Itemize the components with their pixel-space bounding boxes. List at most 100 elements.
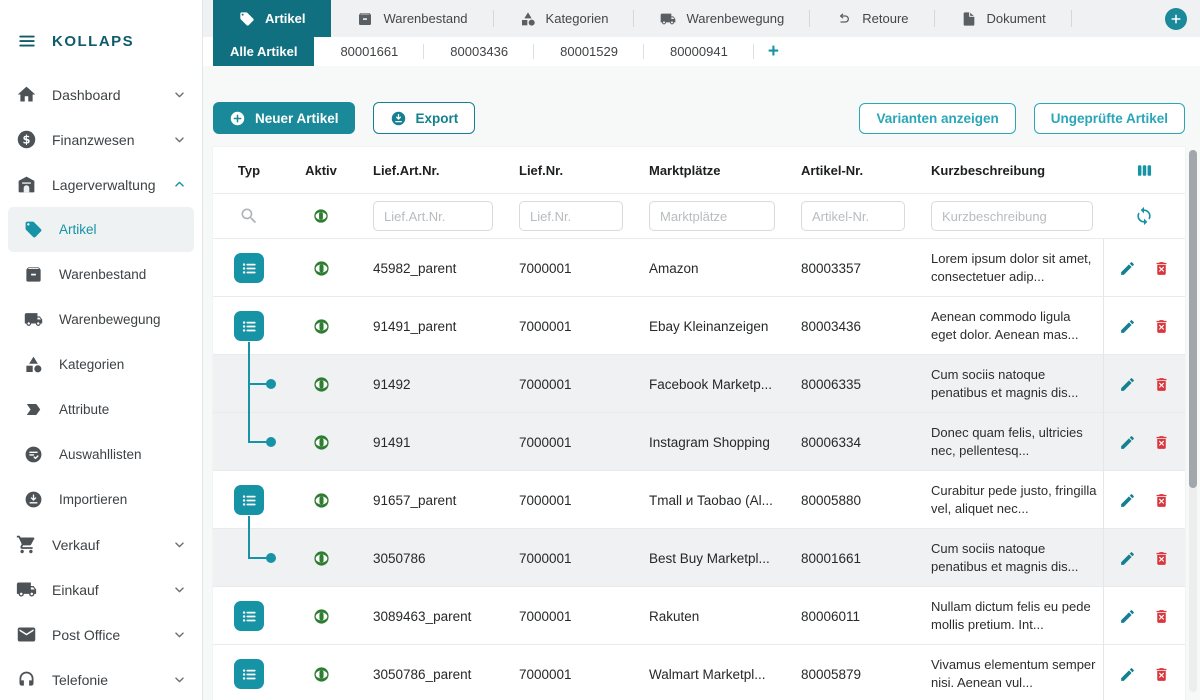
variant-list-button[interactable] (234, 659, 264, 689)
unchecked-articles-button[interactable]: Ungeprüfte Artikel (1034, 103, 1185, 134)
sidebar-item-importieren[interactable]: Importieren (8, 477, 194, 522)
edit-button[interactable] (1119, 608, 1136, 625)
variant-list-button[interactable] (234, 253, 264, 283)
edit-button[interactable] (1119, 666, 1136, 683)
subtab-80003436[interactable]: 80003436 (424, 37, 534, 66)
table-row[interactable]: 91491 7000001 Instagram Shopping 8000633… (213, 413, 1185, 471)
delete-button[interactable] (1153, 376, 1170, 393)
delete-button[interactable] (1153, 318, 1170, 335)
delete-button[interactable] (1153, 492, 1170, 509)
filter-lief-art-nr-input[interactable] (373, 201, 493, 231)
aktiv-filter-icon[interactable] (313, 208, 329, 224)
categories-icon (24, 355, 43, 374)
table-row[interactable]: 91491_parent 7000001 Ebay Kleinanzeigen … (213, 297, 1185, 355)
filter-lief-nr-input[interactable] (519, 201, 623, 231)
sidebar-item-einkauf[interactable]: Einkauf (0, 567, 202, 612)
tab-dokument[interactable]: Dokument (935, 0, 1072, 37)
col-lief-nr: Lief.Nr. (503, 163, 633, 178)
sidebar-item-kategorien[interactable]: Kategorien (8, 342, 194, 387)
marktplatz-cell: Instagram Shopping (633, 435, 785, 450)
table-row[interactable]: 91657_parent 7000001 Tmall и Taobao (Al.… (213, 471, 1185, 529)
content-area: Neuer Artikel Export Varianten anzeigen … (203, 66, 1200, 700)
tab-artikel[interactable]: Artikel (213, 0, 331, 37)
lief-art-nr-cell: 91657_parent (357, 493, 503, 508)
sidebar-item-label: Warenbestand (59, 267, 186, 282)
lief-nr-cell: 7000001 (503, 435, 633, 450)
sidebar-item-finanzwesen[interactable]: $ Finanzwesen (0, 117, 202, 162)
delete-button[interactable] (1153, 434, 1170, 451)
sidebar-item-lagerverwaltung[interactable]: Lagerverwaltung (0, 162, 202, 207)
tab-kategorien[interactable]: Kategorien (494, 0, 635, 37)
aktiv-cell (285, 550, 357, 567)
table-row[interactable]: 3050786 7000001 Best Buy Marketpl... 800… (213, 529, 1185, 587)
delete-button[interactable] (1153, 666, 1170, 683)
sidebar-item-dashboard[interactable]: Dashboard (0, 72, 202, 117)
plus-icon (1165, 8, 1187, 30)
actions-cell (1103, 529, 1185, 587)
add-article-tab-button[interactable]: + (754, 37, 793, 66)
table-row[interactable]: 45982_parent 7000001 Amazon 80003357 Lor… (213, 239, 1185, 297)
menu-icon[interactable] (16, 32, 38, 50)
sidebar-item-artikel[interactable]: Artikel (8, 207, 194, 252)
active-status-icon (313, 666, 330, 683)
tab-label: Warenbestand (383, 11, 467, 26)
sidebar-item-warenbewegung[interactable]: Warenbewegung (8, 297, 194, 342)
sidebar-item-telefonie[interactable]: Telefonie (0, 657, 202, 700)
sidebar-item-attribute[interactable]: Attribute (8, 387, 194, 432)
add-tab-button[interactable] (1165, 8, 1187, 30)
subtab-80001661[interactable]: 80001661 (314, 37, 424, 66)
edit-button[interactable] (1119, 318, 1136, 335)
subtab-80000941[interactable]: 80000941 (644, 37, 754, 66)
sidebar-item-label: Artikel (59, 222, 186, 237)
pencil-icon (1119, 318, 1136, 335)
sidebar-item-label: Einkauf (52, 582, 171, 598)
delete-button[interactable] (1153, 260, 1170, 277)
toolbar: Neuer Artikel Export Varianten anzeigen … (213, 102, 1185, 134)
refresh-icon[interactable] (1134, 206, 1154, 226)
marktplatz-cell: Tmall и Taobao (Al... (633, 493, 785, 508)
artikel-nr-cell: 80005880 (785, 493, 915, 508)
sidebar-item-warenbestand[interactable]: Warenbestand (8, 252, 194, 297)
variant-list-button[interactable] (234, 311, 264, 341)
filter-artikel-nr-input[interactable] (801, 201, 905, 231)
tab-warenbestand[interactable]: Warenbestand (331, 0, 493, 37)
scrollbar-thumb[interactable] (1189, 150, 1197, 488)
column-settings-icon[interactable] (1134, 160, 1155, 181)
variant-list-button[interactable] (234, 485, 264, 515)
vertical-scrollbar[interactable] (1189, 150, 1197, 692)
sidebar-item-verkauf[interactable]: Verkauf (0, 522, 202, 567)
subtab-alle-artikel[interactable]: Alle Artikel (213, 37, 314, 66)
tab-warenbewegung[interactable]: Warenbewegung (634, 0, 810, 37)
actions-cell (1103, 645, 1185, 700)
table-row[interactable]: 3089463_parent 7000001 Rakuten 80006011 … (213, 587, 1185, 645)
new-article-button[interactable]: Neuer Artikel (213, 102, 355, 134)
subtab-80001529[interactable]: 80001529 (534, 37, 644, 66)
sidebar-item-auswahllisten[interactable]: Auswahllisten (8, 432, 194, 477)
filter-kurzbeschreibung-input[interactable] (931, 201, 1093, 231)
show-variants-button[interactable]: Varianten anzeigen (859, 103, 1015, 134)
edit-button[interactable] (1119, 434, 1136, 451)
table-row[interactable]: 3050786_parent 7000001 Walmart Marketpl.… (213, 645, 1185, 700)
export-button[interactable]: Export (373, 102, 476, 134)
pencil-icon (1119, 550, 1136, 567)
edit-button[interactable] (1119, 260, 1136, 277)
table-row[interactable]: 91492 7000001 Facebook Marketp... 800063… (213, 355, 1185, 413)
delete-button[interactable] (1153, 608, 1170, 625)
chevron-down-icon (171, 131, 188, 148)
edit-button[interactable] (1119, 376, 1136, 393)
col-aktiv: Aktiv (285, 163, 357, 178)
import-icon (24, 490, 43, 509)
sidebar-item-post-office[interactable]: Post Office (0, 612, 202, 657)
tab-retoure[interactable]: Retoure (810, 0, 934, 37)
actions-cell (1103, 587, 1185, 645)
delete-button[interactable] (1153, 550, 1170, 567)
edit-button[interactable] (1119, 550, 1136, 567)
checklist-icon (24, 445, 43, 464)
cart-icon (16, 534, 37, 555)
edit-button[interactable] (1119, 492, 1136, 509)
variant-list-button[interactable] (234, 601, 264, 631)
aktiv-cell (285, 492, 357, 509)
filter-marktplaetze-input[interactable] (649, 201, 775, 231)
typ-cell (213, 587, 285, 645)
aktiv-cell (285, 260, 357, 277)
